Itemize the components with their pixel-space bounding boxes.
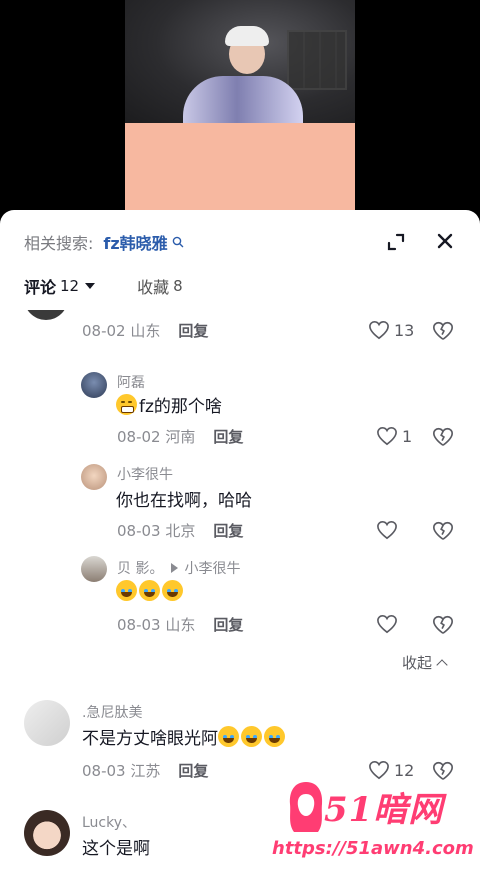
reply-button[interactable]: 回复 [213, 616, 243, 634]
avatar[interactable] [81, 372, 107, 398]
like-count: 13 [394, 320, 415, 340]
comment-text [116, 580, 185, 601]
tab-comments-label: 评论 [24, 278, 57, 297]
avatar[interactable] [24, 310, 68, 320]
broken-heart-icon[interactable] [432, 426, 454, 448]
comment-meta: 08-03 江苏 回复 [82, 760, 208, 781]
comment-date-location: 08-02 河南 [117, 428, 196, 446]
reply-to-username[interactable]: 小李很牛 [184, 558, 240, 578]
tab-favorites-count: 8 [173, 277, 183, 295]
comment-username[interactable]: 阿磊 [117, 372, 145, 392]
like-count: 12 [394, 760, 415, 780]
tab-favorites[interactable]: 收藏 8 [137, 274, 183, 298]
reply-button[interactable]: 回复 [213, 522, 243, 540]
reply-button[interactable]: 回复 [178, 762, 208, 780]
comment-text: 这个是啊 [82, 839, 150, 859]
tab-bar: 评论 12 收藏 8 [24, 274, 183, 298]
tab-comments[interactable]: 评论 12 [24, 274, 96, 298]
comment-sheet: 相关搜索: fz韩晓雅 评论 12 收藏 8 08-02 山东 回复 13 阿磊… [0, 210, 480, 878]
laugh-cry-emoji-icon [218, 726, 239, 747]
laugh-cry-emoji-icon [139, 580, 160, 601]
expand-icon[interactable] [384, 230, 408, 254]
like-button[interactable]: 13 [368, 320, 414, 340]
related-search[interactable]: 相关搜索: fz韩晓雅 [24, 230, 184, 254]
broken-heart-icon[interactable] [432, 614, 454, 636]
comment-date-location: 08-02 山东 [82, 322, 161, 340]
tab-favorites-label: 收藏 [137, 278, 170, 297]
related-search-keyword[interactable]: fz韩晓雅 [103, 230, 167, 254]
video-frame [125, 0, 355, 225]
comment-meta: 08-03 北京 回复 [117, 520, 243, 541]
caret-down-icon [85, 283, 96, 289]
comment-date-location: 08-03 江苏 [82, 762, 161, 780]
laugh-cry-emoji-icon [162, 580, 183, 601]
related-search-label: 相关搜索: [24, 234, 94, 253]
comment-meta: 08-03 山东 回复 [117, 614, 243, 635]
grimace-emoji-icon [116, 394, 137, 415]
comment-text: fz的那个啥 [116, 392, 222, 417]
like-button[interactable] [376, 520, 398, 540]
comment-username[interactable]: 小李很牛 [117, 464, 173, 484]
watermark-url: https://51awn4.com [272, 838, 474, 859]
heart-icon [377, 520, 397, 540]
like-button[interactable] [376, 614, 398, 634]
comment-username[interactable]: 贝 影。 小李很牛 [117, 558, 240, 578]
heart-icon [369, 320, 389, 340]
broken-heart-icon[interactable] [432, 760, 454, 782]
comment-date-location: 08-03 山东 [117, 616, 196, 634]
like-button[interactable]: 12 [368, 760, 414, 780]
comment-text: 你也在找啊，哈哈 [116, 491, 252, 511]
watermark-title: 51暗网 [324, 790, 444, 830]
reply-arrow-icon [171, 563, 179, 573]
comment-text: 不是方丈啥眼光阿 [82, 724, 287, 749]
comment-item: 08-02 山东 回复 13 [0, 310, 480, 358]
collapse-replies-button[interactable]: 收起 [402, 652, 448, 673]
comment-meta: 08-02 河南 回复 [117, 426, 243, 447]
avatar[interactable] [81, 464, 107, 490]
laugh-cry-emoji-icon [264, 726, 285, 747]
video-person-hat [225, 26, 269, 46]
close-icon[interactable] [432, 228, 458, 254]
search-icon [172, 236, 183, 248]
heart-icon [377, 426, 397, 446]
reply-item: 小李很牛 你也在找啊，哈哈 08-03 北京 回复 [0, 462, 480, 552]
broken-heart-icon[interactable] [432, 320, 454, 342]
reply-item: 贝 影。 小李很牛 08-03 山东 回复 [0, 556, 480, 646]
video-player[interactable] [0, 0, 480, 225]
video-shelf [287, 30, 347, 90]
tab-comments-count: 12 [60, 277, 80, 295]
laugh-cry-emoji-icon [241, 726, 262, 747]
reply-button[interactable]: 回复 [213, 428, 243, 446]
heart-icon [369, 760, 389, 780]
avatar[interactable] [81, 556, 107, 582]
laugh-cry-emoji-icon [116, 580, 137, 601]
comment-date-location: 08-03 北京 [117, 522, 196, 540]
comment-username[interactable]: .急尼肽美 [82, 702, 142, 722]
reply-item: 阿磊 fz的那个啥 08-02 河南 回复 1 [0, 368, 480, 458]
broken-heart-icon[interactable] [432, 520, 454, 542]
watermark: 51暗网 https://51awn4.com [272, 780, 474, 866]
reply-button[interactable]: 回复 [178, 322, 208, 340]
avatar[interactable] [24, 700, 70, 746]
video-person-body [183, 76, 303, 126]
comment-meta: 08-02 山东 回复 [82, 320, 208, 341]
comment-username[interactable]: Lucky、 [82, 812, 136, 832]
like-button[interactable]: 1 [376, 426, 412, 446]
sheet-header: 相关搜索: fz韩晓雅 评论 12 收藏 8 [0, 210, 480, 310]
heart-icon [377, 614, 397, 634]
like-count: 1 [402, 426, 413, 446]
avatar[interactable] [24, 810, 70, 856]
chevron-up-icon [436, 658, 448, 671]
hooded-figure-logo-icon [289, 782, 323, 832]
